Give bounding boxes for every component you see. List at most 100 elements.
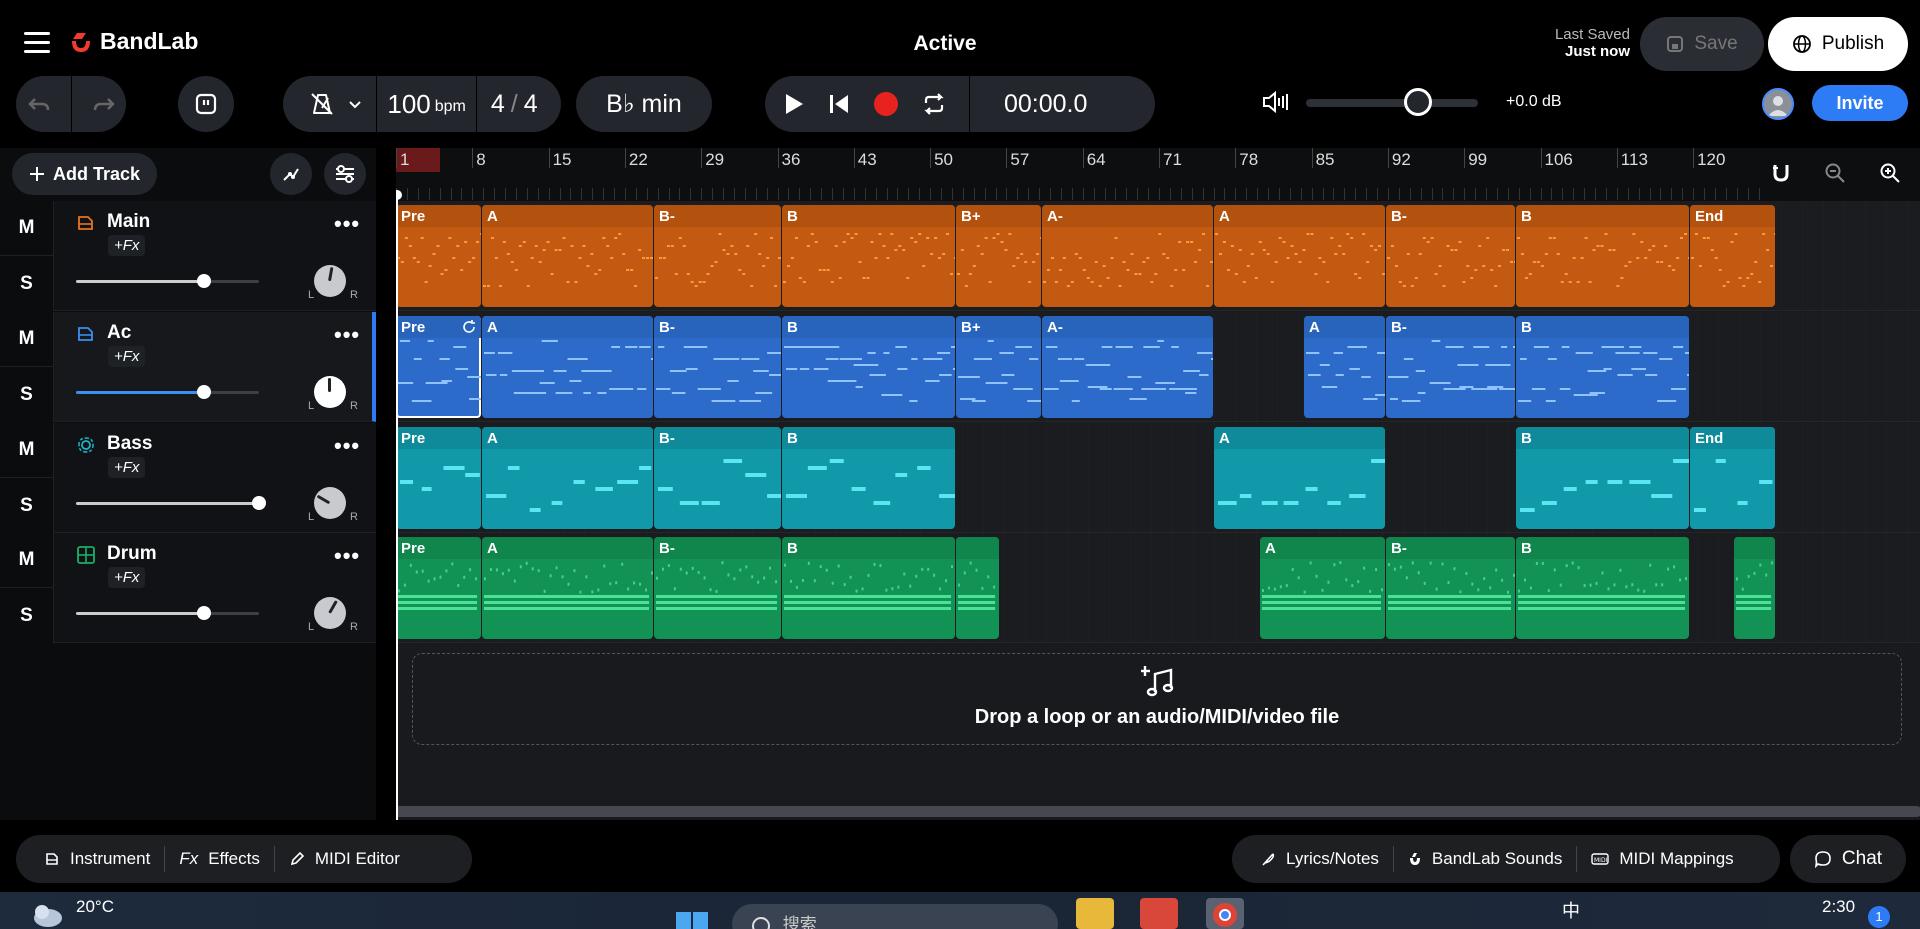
region-header[interactable] [782,427,955,449]
windows-start-icon[interactable] [676,912,708,929]
horizontal-scrollbar[interactable] [396,806,1920,817]
solo-button[interactable]: S [0,367,54,422]
chevron-down-icon[interactable] [348,97,362,111]
tempo-field[interactable]: 100 bpm [376,76,476,132]
region-header[interactable] [482,537,653,559]
track-volume-slider[interactable] [76,496,266,510]
midi-region[interactable]: B- [654,427,781,529]
pan-knob[interactable] [314,376,346,408]
solo-button[interactable]: S [0,478,54,533]
more-options-icon[interactable]: ••• [334,211,360,237]
notification-badge[interactable]: 1 [1868,906,1890,928]
weather-icon[interactable] [30,900,64,928]
play-icon[interactable] [783,92,805,116]
region-header[interactable] [1516,427,1689,449]
midi-region[interactable]: A [1304,316,1385,418]
track-header-drum[interactable]: M S Drum +Fx ••• L R [0,533,376,643]
menu-icon[interactable] [24,32,50,54]
more-options-icon[interactable]: ••• [334,433,360,459]
project-title[interactable]: Active [860,32,1030,56]
zoom-in-icon[interactable] [1875,158,1905,188]
ime-indicator[interactable]: 中 [1562,897,1580,923]
more-options-icon[interactable]: ••• [334,322,360,348]
bandlab-sounds-tab[interactable]: BandLab Sounds [1392,846,1576,872]
midi-mappings-tab[interactable]: MIDI MIDI Mappings [1576,846,1747,872]
timeline-ruler[interactable]: 1 8 15 22 29 36 43 50 57 64 71 78 85 92 99 106 113 120 [396,148,1920,202]
region-header[interactable] [1516,205,1689,227]
store-icon[interactable] [1140,898,1178,929]
region-header[interactable] [1260,537,1385,559]
snap-magnet-icon[interactable] [1766,158,1796,188]
region-header[interactable] [482,427,653,449]
midi-region[interactable]: A [1214,427,1385,529]
track-name[interactable]: Bass [107,433,152,455]
add-fx-button[interactable]: +Fx [108,235,146,256]
playhead[interactable] [396,196,398,820]
master-volume-slider[interactable] [1306,99,1478,107]
taskbar-search[interactable]: 搜索 [732,904,1058,929]
region-header[interactable] [482,316,653,338]
lyrics-tab[interactable]: Lyrics/Notes [1246,846,1393,872]
region-header[interactable] [782,537,955,559]
instrument-tab[interactable]: Instrument [30,846,164,872]
speaker-icon[interactable] [1262,90,1292,119]
skip-to-start-icon[interactable] [827,92,851,116]
midi-region[interactable]: B+ [956,205,1041,307]
timeline-area[interactable]: 1 8 15 22 29 36 43 50 57 64 71 78 85 92 99 106 113 120 Pr… [396,148,1920,820]
save-button[interactable]: Save [1640,17,1764,71]
time-signature-field[interactable]: 4 / 4 [475,76,552,132]
mute-button[interactable]: M [0,201,54,256]
region-header[interactable] [782,205,955,227]
region-header[interactable] [956,537,999,559]
midi-region[interactable]: Pre [396,427,481,529]
midi-region[interactable]: Pre [396,316,481,418]
chat-button[interactable]: Chat [1790,835,1906,883]
automation-button[interactable] [270,153,312,195]
midi-region[interactable]: B [782,316,955,418]
track-volume-thumb[interactable] [197,385,211,399]
publish-button[interactable]: Publish [1768,17,1908,71]
midi-region[interactable] [1734,537,1775,639]
time-display[interactable]: 00:00.0 [969,76,1087,132]
more-options-icon[interactable]: ••• [334,543,360,569]
track-volume-slider[interactable] [76,385,259,399]
bandlab-logo[interactable]: BandLab [68,28,198,55]
region-header[interactable] [782,316,955,338]
midi-region[interactable]: B [782,205,955,307]
invite-button[interactable]: Invite [1812,85,1908,121]
loop-region-icon[interactable] [461,319,477,335]
drop-zone[interactable]: Drop a loop or an audio/MIDI/video file [412,653,1902,745]
midi-region[interactable]: Pre [396,205,481,307]
taskbar-clock[interactable]: 2:30 [1822,897,1855,917]
midi-region[interactable]: End [1690,427,1775,529]
midi-region[interactable]: B+ [956,316,1041,418]
weather-temperature[interactable]: 20°C [76,897,114,917]
region-header[interactable] [1516,537,1689,559]
track-lane-bass[interactable]: Pre A B- B A B End [396,423,1920,533]
mute-button[interactable]: M [0,312,54,367]
zoom-out-icon[interactable] [1820,158,1850,188]
region-header[interactable] [1042,205,1213,227]
region-header[interactable] [1516,316,1689,338]
track-name[interactable]: Drum [107,543,157,565]
midi-region[interactable]: A- [1042,316,1213,418]
midi-region[interactable]: B [1516,537,1689,639]
track-name[interactable]: Ac [107,322,131,344]
midi-region[interactable]: B- [654,316,781,418]
midi-region[interactable]: B [782,537,955,639]
midi-region[interactable]: A [1214,205,1385,307]
track-lane-main[interactable]: Pre A B- B B+ A- A B- B End [396,201,1920,311]
pan-knob[interactable] [314,487,346,519]
midi-region[interactable]: B- [1386,316,1515,418]
track-header-main[interactable]: M S Main +Fx ••• L R [0,201,376,311]
midi-region[interactable]: B [1516,205,1689,307]
add-fx-button[interactable]: +Fx [108,567,146,588]
track-volume-thumb[interactable] [197,606,211,620]
loop-region-button[interactable] [178,76,234,132]
region-header[interactable] [482,205,653,227]
track-header-bass[interactable]: M S Bass +Fx ••• L R [0,423,376,533]
region-header[interactable] [1042,316,1213,338]
track-settings-button[interactable] [324,153,366,195]
midi-region[interactable]: B- [1386,537,1515,639]
track-volume-slider[interactable] [76,606,259,620]
